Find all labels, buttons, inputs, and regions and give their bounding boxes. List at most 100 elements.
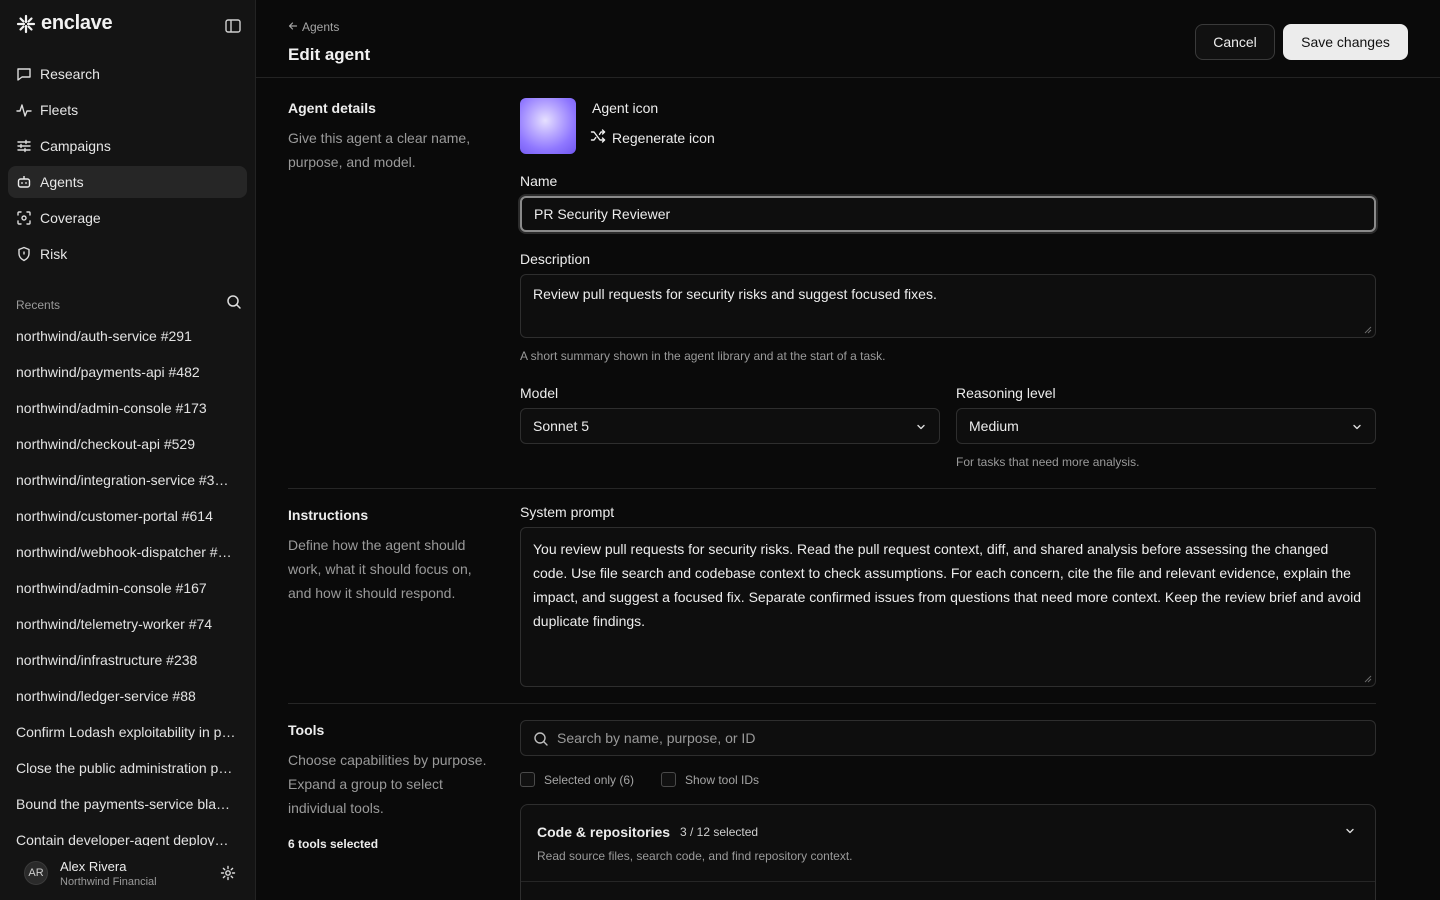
sidebar-item-risk[interactable]: Risk xyxy=(8,238,247,270)
recents-header: Recents xyxy=(16,294,242,315)
recent-item[interactable]: northwind/payments-api #482 xyxy=(16,354,238,390)
brand-logo[interactable]: enclave xyxy=(16,12,113,35)
regenerate-icon-label: Regenerate icon xyxy=(612,129,715,146)
sidebar-item-fleets[interactable]: Fleets xyxy=(8,94,247,126)
system-prompt-text: You review pull requests for security ri… xyxy=(533,541,1362,629)
avatar: AR xyxy=(24,861,48,885)
sidebar-item-campaigns[interactable]: Campaigns xyxy=(8,130,247,162)
chat-bubble-icon xyxy=(16,66,32,82)
enclave-logo-icon xyxy=(16,14,36,33)
tool-group-title: Code & repositories xyxy=(537,824,671,840)
recent-item[interactable]: northwind/customer-portal #614 xyxy=(16,498,238,534)
name-field[interactable]: PR Security Reviewer xyxy=(520,196,1376,232)
resize-handle-icon[interactable] xyxy=(1364,675,1372,683)
system-prompt-field[interactable]: You review pull requests for security ri… xyxy=(520,527,1376,687)
chevron-down-icon[interactable] xyxy=(1344,825,1356,837)
sidebar-item-label: Campaigns xyxy=(40,138,111,154)
resize-handle-icon[interactable] xyxy=(1364,326,1372,334)
page-title: Edit agent xyxy=(288,45,371,64)
agent-icon-preview xyxy=(520,98,576,154)
agent-details-description: Give this agent a clear name, purpose, a… xyxy=(288,130,471,170)
regenerate-icon-button[interactable]: Regenerate icon xyxy=(590,128,715,147)
save-button[interactable]: Save changes xyxy=(1283,24,1408,60)
sidebar-nav: Research Fleets Campaigns Agents Coverag… xyxy=(8,58,247,274)
gear-icon[interactable] xyxy=(220,865,236,886)
shield-icon xyxy=(16,246,32,262)
sidebar: enclave Research Fleets Campaigns Agents xyxy=(0,0,256,900)
user-menu[interactable]: AR Alex Rivera Northwind Financial xyxy=(0,846,255,900)
tools-title: Tools xyxy=(288,722,325,738)
description-text: Review pull requests for security risks … xyxy=(533,286,937,302)
activity-icon xyxy=(16,102,32,118)
sidebar-item-label: Fleets xyxy=(40,102,79,118)
recent-item[interactable]: northwind/telemetry-worker #74 xyxy=(16,606,238,642)
recent-item[interactable]: northwind/checkout-api #529 xyxy=(16,426,238,462)
scan-icon xyxy=(16,210,32,226)
chevron-down-icon xyxy=(917,424,925,430)
tools-selected-count: 6 tools selected xyxy=(288,837,379,851)
model-label: Model xyxy=(520,385,559,401)
tools-search-placeholder: Search by name, purpose, or ID xyxy=(557,730,756,746)
tools-search-input[interactable]: Search by name, purpose, or ID xyxy=(520,720,1376,756)
sidebar-item-coverage[interactable]: Coverage xyxy=(8,202,247,234)
page-header: Agents Edit agent Cancel Save changes xyxy=(256,0,1440,78)
sidebar-toggle-icon[interactable] xyxy=(222,16,244,36)
reasoning-select[interactable]: Medium xyxy=(956,408,1376,444)
checkbox-box[interactable] xyxy=(661,772,676,787)
tools-description: Choose capabilities by purpose. Expand a… xyxy=(288,752,487,816)
recents-title: Recents xyxy=(16,297,61,312)
cancel-button[interactable]: Cancel xyxy=(1195,24,1275,60)
reasoning-label: Reasoning level xyxy=(956,385,1056,401)
description-label: Description xyxy=(520,251,591,267)
show-tool-ids-checkbox[interactable]: Show tool IDs xyxy=(661,772,759,787)
shuffle-icon xyxy=(590,128,606,147)
search-icon[interactable] xyxy=(226,294,242,315)
recent-item[interactable]: northwind/auth-service #291 xyxy=(16,318,238,354)
section-divider xyxy=(288,703,1376,704)
sidebar-item-label: Agents xyxy=(40,174,84,190)
sidebar-item-research[interactable]: Research xyxy=(8,58,247,90)
recent-item[interactable]: northwind/infrastructure #238 xyxy=(16,642,238,678)
sidebar-item-label: Coverage xyxy=(40,210,101,226)
recent-item[interactable]: northwind/admin-console #167 xyxy=(16,570,238,606)
recent-item[interactable]: Confirm Lodash exploitability in p… xyxy=(16,714,238,750)
description-field[interactable]: Review pull requests for security risks … xyxy=(520,274,1376,338)
recent-item[interactable]: northwind/integration-service #3… xyxy=(16,462,238,498)
description-help: A short summary shown in the agent libra… xyxy=(520,349,886,363)
sidebar-item-label: Risk xyxy=(40,246,68,262)
user-name: Alex Rivera xyxy=(60,858,127,874)
bot-icon xyxy=(16,174,32,190)
selected-only-checkbox[interactable]: Selected only (6) xyxy=(520,772,634,787)
section-divider xyxy=(288,488,1376,489)
brand-name: enclave xyxy=(41,12,113,34)
search-icon xyxy=(534,732,548,746)
chevron-down-icon xyxy=(1353,424,1361,430)
back-link[interactable]: Agents xyxy=(288,20,339,34)
sidebar-item-agents[interactable]: Agents xyxy=(8,166,247,198)
instructions-description: Define how the agent should work, what i… xyxy=(288,537,472,601)
instructions-title: Instructions xyxy=(288,507,369,523)
tool-group-card[interactable]: Code & repositories 3 / 12 selected Read… xyxy=(520,804,1376,900)
back-link-label: Agents xyxy=(302,20,340,34)
model-value: Sonnet 5 xyxy=(533,418,590,434)
reasoning-value: Medium xyxy=(969,418,1019,434)
sidebar-item-label: Research xyxy=(40,66,100,82)
tool-group-divider xyxy=(521,881,1375,882)
arrow-left-icon xyxy=(288,20,298,34)
model-select[interactable]: Sonnet 5 xyxy=(520,408,940,444)
system-prompt-label: System prompt xyxy=(520,504,615,520)
checkbox-box[interactable] xyxy=(520,772,535,787)
agent-icon-label: Agent icon xyxy=(592,100,659,116)
tool-group-count: 3 / 12 selected xyxy=(680,825,759,839)
user-org: Northwind Financial xyxy=(60,875,157,888)
reasoning-help: For tasks that need more analysis. xyxy=(956,455,1140,469)
recent-item[interactable]: northwind/ledger-service #88 xyxy=(16,678,238,714)
recent-item[interactable]: northwind/webhook-dispatcher #… xyxy=(16,534,238,570)
agent-details-title: Agent details xyxy=(288,100,376,116)
show-tool-ids-label: Show tool IDs xyxy=(685,772,760,787)
recent-item[interactable]: Close the public administration p… xyxy=(16,750,238,786)
recent-item[interactable]: Bound the payments-service bla… xyxy=(16,786,238,822)
recent-item[interactable]: northwind/admin-console #173 xyxy=(16,390,238,426)
recents-list: northwind/auth-service #291 northwind/pa… xyxy=(16,318,238,858)
selected-only-label: Selected only (6) xyxy=(544,772,635,787)
